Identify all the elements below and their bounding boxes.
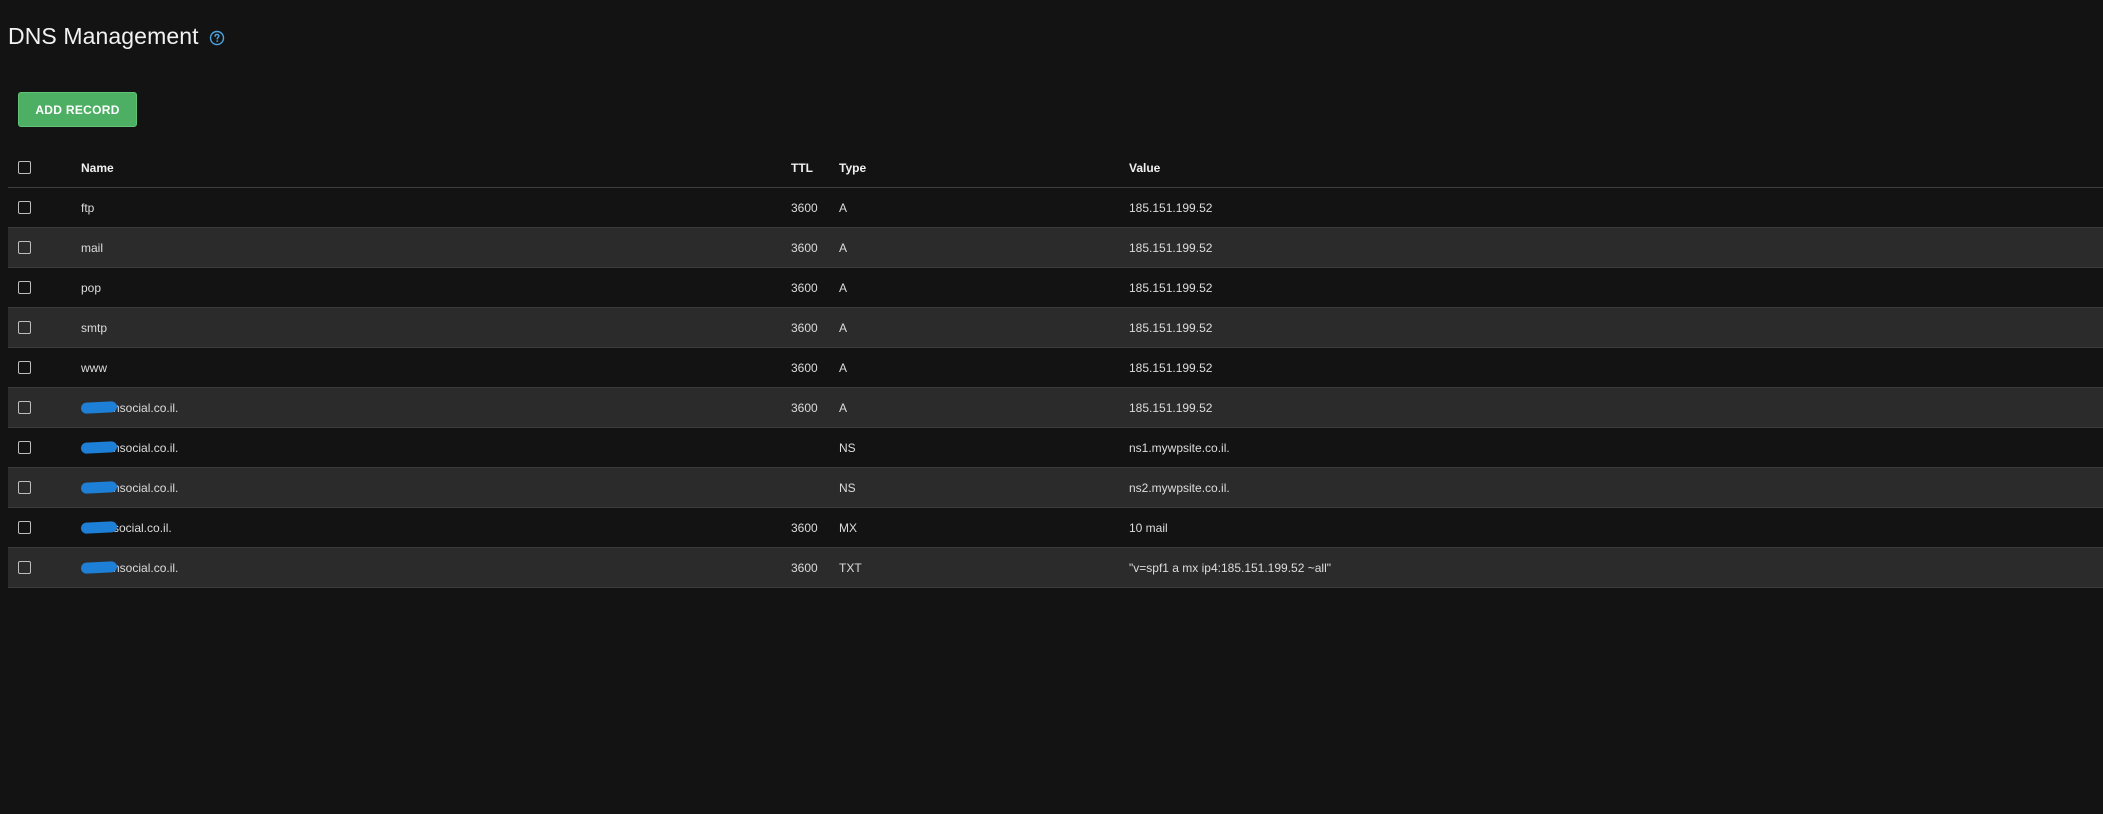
record-value: 185.151.199.52 [1129, 400, 1213, 415]
record-type: A [839, 320, 848, 335]
record-value: ns2.mywpsite.co.il. [1129, 480, 1230, 495]
row-checkbox[interactable] [18, 481, 31, 494]
record-value: 185.151.199.52 [1129, 280, 1213, 295]
dns-records-table: Name TTL Type Value ftp 3600 A 185.151.1… [8, 148, 2103, 588]
row-checkbox[interactable] [18, 561, 31, 574]
row-checkbox-cell [18, 468, 38, 507]
column-header-ttl[interactable]: TTL [791, 148, 813, 187]
row-checkbox[interactable] [18, 241, 31, 254]
record-ttl: 3600 [791, 320, 818, 335]
table-row[interactable]: nsocial.co.il. NS ns1.mywpsite.co.il. [8, 428, 2103, 468]
record-name: nsocial.co.il. [113, 480, 179, 495]
dns-management-page: DNS Management ADD RECORD Name TTL Type … [0, 0, 2103, 814]
record-ttl: 3600 [791, 520, 818, 535]
record-type: NS [839, 480, 856, 495]
record-value: 185.151.199.52 [1129, 240, 1213, 255]
record-type: A [839, 240, 848, 255]
record-value: 185.151.199.52 [1129, 200, 1213, 215]
record-name-cell: nsocial.co.il. [80, 428, 179, 467]
row-checkbox[interactable] [18, 521, 31, 534]
table-row[interactable]: nsocial.co.il. 3600 A 185.151.199.52 [8, 388, 2103, 428]
record-type: NS [839, 440, 856, 455]
question-circle-icon[interactable] [209, 30, 225, 46]
redaction-mark [80, 441, 118, 454]
table-row[interactable]: ftp 3600 A 185.151.199.52 [8, 188, 2103, 228]
row-checkbox[interactable] [18, 441, 31, 454]
record-ttl: 3600 [791, 400, 818, 415]
record-ttl: 3600 [791, 280, 818, 295]
record-ttl: 3600 [791, 200, 818, 215]
record-value: 10 mail [1129, 520, 1168, 535]
redaction-mark [80, 521, 118, 534]
record-name: social.co.il. [113, 520, 172, 535]
row-checkbox-cell [18, 348, 38, 387]
select-all-cell [18, 148, 38, 187]
table-row[interactable]: pop 3600 A 185.151.199.52 [8, 268, 2103, 308]
page-title: DNS Management [8, 22, 199, 49]
redaction-mark [80, 401, 118, 414]
row-checkbox-cell [18, 548, 38, 587]
row-checkbox[interactable] [18, 201, 31, 214]
row-checkbox-cell [18, 388, 38, 427]
record-value: "v=spf1 a mx ip4:185.151.199.52 ~all" [1129, 560, 1331, 575]
row-checkbox-cell [18, 308, 38, 347]
table-row[interactable]: mail 3600 A 185.151.199.52 [8, 228, 2103, 268]
row-checkbox[interactable] [18, 281, 31, 294]
record-value: 185.151.199.52 [1129, 320, 1213, 335]
record-name: www [81, 360, 107, 375]
record-name-cell: nsocial.co.il. [80, 468, 179, 507]
record-ttl: 3600 [791, 560, 818, 575]
record-name: pop [81, 280, 102, 295]
row-checkbox-cell [18, 268, 38, 307]
add-record-button[interactable]: ADD RECORD [18, 92, 137, 127]
record-type: TXT [839, 560, 862, 575]
table-row[interactable]: social.co.il. 3600 MX 10 mail [8, 508, 2103, 548]
record-name: ftp [81, 200, 95, 215]
column-header-value[interactable]: Value [1129, 148, 1160, 187]
table-row[interactable]: nsocial.co.il. NS ns2.mywpsite.co.il. [8, 468, 2103, 508]
record-value: ns1.mywpsite.co.il. [1129, 440, 1230, 455]
record-type: A [839, 360, 848, 375]
redaction-mark [80, 561, 118, 574]
select-all-checkbox[interactable] [18, 161, 31, 174]
record-name-cell: nsocial.co.il. [80, 548, 179, 587]
row-checkbox-cell [18, 228, 38, 267]
table-row[interactable]: nsocial.co.il. 3600 TXT "v=spf1 a mx ip4… [8, 548, 2103, 588]
record-name-cell: social.co.il. [80, 508, 172, 547]
record-type: A [839, 400, 848, 415]
record-name: smtp [81, 320, 108, 335]
record-value: 185.151.199.52 [1129, 360, 1213, 375]
row-checkbox-cell [18, 428, 38, 467]
redaction-mark [80, 481, 118, 494]
table-header-row: Name TTL Type Value [8, 148, 2103, 188]
record-ttl: 3600 [791, 360, 818, 375]
record-name: nsocial.co.il. [113, 560, 179, 575]
table-row[interactable]: smtp 3600 A 185.151.199.52 [8, 308, 2103, 348]
row-checkbox[interactable] [18, 361, 31, 374]
record-name: mail [81, 240, 104, 255]
column-header-name[interactable]: Name [81, 148, 114, 187]
record-name: nsocial.co.il. [113, 400, 179, 415]
row-checkbox-cell [18, 188, 38, 227]
row-checkbox[interactable] [18, 321, 31, 334]
page-header: DNS Management [8, 20, 225, 52]
record-type: MX [839, 520, 857, 535]
column-header-type[interactable]: Type [839, 148, 866, 187]
record-name: nsocial.co.il. [113, 440, 179, 455]
record-name-cell: nsocial.co.il. [80, 388, 179, 427]
record-type: A [839, 280, 848, 295]
row-checkbox[interactable] [18, 401, 31, 414]
record-type: A [839, 200, 848, 215]
table-row[interactable]: www 3600 A 185.151.199.52 [8, 348, 2103, 388]
record-ttl: 3600 [791, 240, 818, 255]
row-checkbox-cell [18, 508, 38, 547]
